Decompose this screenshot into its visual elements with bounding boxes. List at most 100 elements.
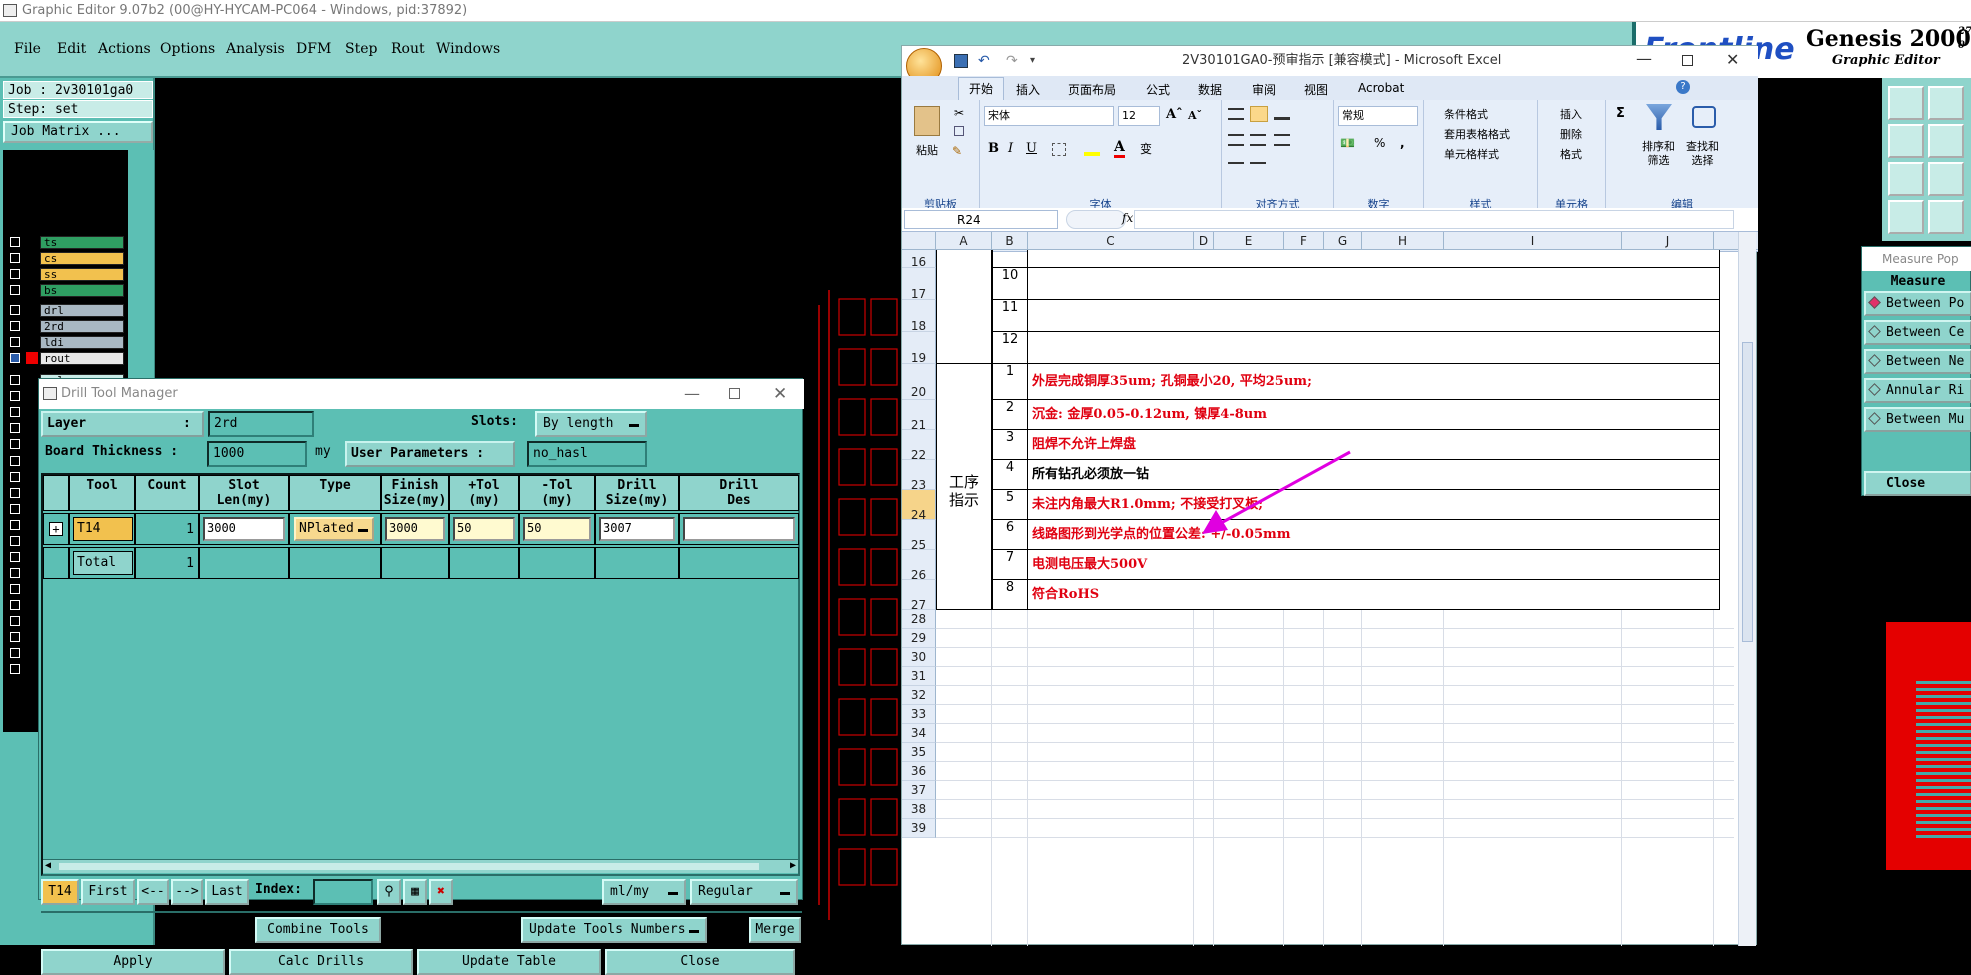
instruction-cell[interactable]: 外层完成铜厚35um; 孔铜最小20, 平均25um; xyxy=(1028,364,1720,400)
layer-checkbox[interactable] xyxy=(10,439,20,449)
sort-filter-icon[interactable] xyxy=(1646,104,1672,130)
tab-page-layout[interactable]: 页面布局 xyxy=(1068,81,1116,98)
units-dropdown[interactable]: ml/my xyxy=(602,879,686,905)
row-header[interactable]: 21 xyxy=(902,400,936,432)
user-parameters-button[interactable]: User Parameters : xyxy=(345,441,515,467)
row-number-cell[interactable]: 6 xyxy=(992,520,1028,550)
radio-icon[interactable] xyxy=(1868,383,1881,396)
radio-icon[interactable] xyxy=(1868,354,1881,367)
column-header[interactable]: H xyxy=(1362,232,1444,250)
close-button[interactable]: Close xyxy=(605,949,795,975)
j-cell[interactable] xyxy=(1622,460,1720,490)
scroll-left-icon[interactable]: ◀ xyxy=(45,860,51,871)
cell-expand-col[interactable]: + xyxy=(43,513,69,545)
measure-option[interactable]: Between Ce xyxy=(1864,320,1971,345)
row-header[interactable]: 32 xyxy=(902,686,936,705)
paste-icon[interactable] xyxy=(914,106,940,136)
layer-row[interactable]: 2rd xyxy=(8,320,126,333)
tab-acrobat[interactable]: Acrobat xyxy=(1358,81,1404,95)
radio-icon[interactable] xyxy=(1868,412,1881,425)
row-header[interactable]: 20 xyxy=(902,364,936,400)
tab-view[interactable]: 视图 xyxy=(1304,81,1328,98)
cell-drill-size[interactable]: 3007 xyxy=(595,513,679,545)
layer-checkbox[interactable] xyxy=(10,456,20,466)
row-header[interactable]: 37 xyxy=(902,781,936,800)
row-header[interactable]: 30 xyxy=(902,648,936,667)
layer-checkbox[interactable] xyxy=(10,552,20,562)
italic-icon[interactable]: I xyxy=(1008,141,1013,156)
toolbar-icon-1[interactable] xyxy=(1888,86,1924,120)
customize-qat-icon[interactable]: ▾ xyxy=(1030,46,1035,76)
layer-checkbox[interactable] xyxy=(10,536,20,546)
borders-icon[interactable] xyxy=(1052,143,1066,156)
j-cell[interactable] xyxy=(1622,300,1720,332)
row-header[interactable]: 22 xyxy=(902,430,936,462)
instruction-cell[interactable]: 线路图形到光学点的位置公差: +/-0.05mm xyxy=(1028,520,1720,550)
j-cell[interactable] xyxy=(1622,364,1720,400)
excel-minimize-icon[interactable]: — xyxy=(1636,44,1652,74)
apply-button[interactable]: Apply xyxy=(41,949,225,975)
row-header[interactable]: 16 xyxy=(902,250,936,269)
toolbar-icon-6[interactable] xyxy=(1928,162,1964,196)
instruction-cell[interactable]: 符合RoHS xyxy=(1028,580,1720,610)
layer-name[interactable]: drl xyxy=(40,304,124,317)
job-matrix-button[interactable]: Job Matrix ... xyxy=(3,121,153,143)
layer-checkbox[interactable] xyxy=(10,648,20,658)
drill-size-input[interactable]: 3007 xyxy=(599,517,675,541)
maximize-icon[interactable] xyxy=(729,388,740,399)
layer-checkbox[interactable] xyxy=(10,237,20,247)
layer-row[interactable]: drl xyxy=(8,304,126,317)
row-number-cell[interactable]: 7 xyxy=(992,550,1028,580)
measure-close-button[interactable]: Close xyxy=(1864,471,1971,496)
name-box[interactable]: R24 xyxy=(904,210,1058,229)
toolbar-icon-4[interactable] xyxy=(1928,124,1964,158)
toolbar-icon-3[interactable] xyxy=(1888,124,1924,158)
measure-option[interactable]: Between Ne xyxy=(1864,349,1971,374)
menu-edit[interactable]: Edit xyxy=(57,41,86,57)
row-header[interactable]: 34 xyxy=(902,724,936,743)
redo-icon[interactable]: ↷ xyxy=(1006,46,1018,76)
instruction-cell[interactable] xyxy=(1028,300,1720,332)
format-painter-icon[interactable]: ✎ xyxy=(952,144,962,158)
instruction-cell[interactable] xyxy=(1028,332,1720,364)
j-cell[interactable] xyxy=(1622,268,1720,300)
finish-size-input[interactable]: 3000 xyxy=(385,517,445,541)
layer-name[interactable]: bs xyxy=(40,284,124,297)
measure-option[interactable]: Between Mu xyxy=(1864,407,1971,432)
column-header[interactable]: A xyxy=(936,232,992,250)
autosum-icon[interactable]: Σ xyxy=(1616,106,1625,121)
layer-checkbox[interactable] xyxy=(10,285,20,295)
row-number-cell[interactable]: 3 xyxy=(992,430,1028,460)
merge-button[interactable]: Merge xyxy=(749,917,801,943)
cell-minus-tol[interactable]: 50 xyxy=(519,513,595,545)
tool-value[interactable]: T14 xyxy=(73,517,133,541)
last-button[interactable]: Last xyxy=(205,879,249,905)
align-center-icon[interactable] xyxy=(1250,134,1266,146)
menu-actions[interactable]: Actions xyxy=(98,41,151,57)
toolbar-icon-8[interactable] xyxy=(1928,200,1964,234)
row-number-cell[interactable]: 10 xyxy=(992,268,1028,300)
first-button[interactable]: First xyxy=(81,879,135,905)
row-header[interactable]: 35 xyxy=(902,743,936,762)
row-header[interactable]: 38 xyxy=(902,800,936,819)
toolbar-icon-2[interactable] xyxy=(1928,86,1964,120)
table-format-button[interactable]: 套用表格格式 xyxy=(1444,126,1510,142)
index-field[interactable] xyxy=(313,879,373,905)
scroll-right-icon[interactable]: ▶ xyxy=(790,860,796,871)
tab-review[interactable]: 审阅 xyxy=(1252,81,1276,98)
menu-dfm[interactable]: DFM xyxy=(296,41,331,57)
save-icon[interactable] xyxy=(954,54,968,68)
cell-style-button[interactable]: 单元格样式 xyxy=(1444,146,1499,162)
table-hscrollbar[interactable]: ◀ ▶ xyxy=(43,859,798,873)
row-header[interactable]: 36 xyxy=(902,762,936,781)
align-middle-icon[interactable] xyxy=(1250,106,1268,122)
align-bottom-icon[interactable] xyxy=(1274,108,1290,120)
column-header[interactable]: E xyxy=(1214,232,1284,250)
row-header[interactable]: 26 xyxy=(902,550,936,582)
vertical-scrollbar[interactable] xyxy=(1738,232,1756,946)
bold-icon[interactable]: B xyxy=(988,141,999,156)
menu-options[interactable]: Options xyxy=(160,41,215,57)
row-header[interactable]: 31 xyxy=(902,667,936,686)
layer-checkbox[interactable] xyxy=(10,337,20,347)
row-number-cell[interactable]: 8 xyxy=(992,580,1028,610)
